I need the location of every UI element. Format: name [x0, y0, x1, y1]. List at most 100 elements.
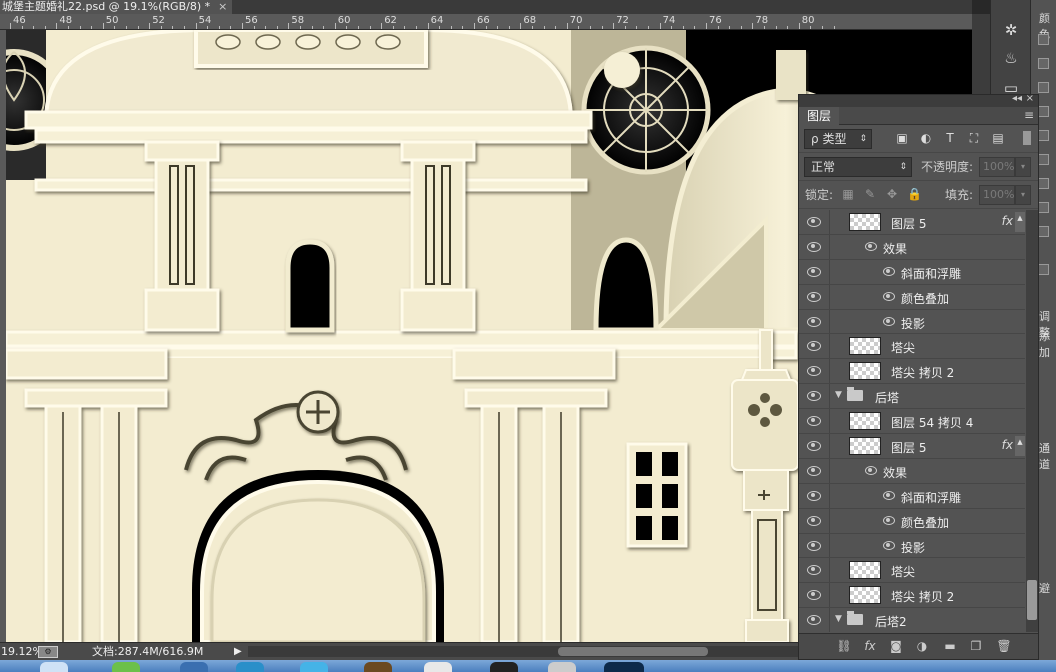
effect-row[interactable]: 投影 [799, 533, 1025, 559]
filter-type-icon[interactable]: T [943, 131, 957, 145]
effects-row[interactable]: 效果 [799, 458, 1025, 484]
visibility-eye-icon[interactable] [807, 241, 821, 252]
visibility-eye-icon[interactable] [807, 266, 821, 277]
taskbar-app-icon[interactable] [112, 662, 140, 672]
blend-mode-select[interactable]: 正常 ⇕ [804, 157, 912, 177]
fx-expand-icon[interactable]: ▲ [1015, 436, 1025, 457]
lock-transparency-icon[interactable]: ▦ [841, 187, 855, 201]
effect-visibility-icon[interactable] [883, 266, 895, 276]
taskbar-app-icon[interactable] [364, 662, 392, 672]
swatch-check[interactable] [1038, 264, 1049, 275]
zoom-level[interactable]: 19.12% [1, 643, 43, 660]
status-menu-arrow-icon[interactable]: ▶ [234, 643, 242, 660]
zoom-options-icon[interactable]: ⚙ [38, 646, 58, 658]
filter-adjustment-icon[interactable]: ◐ [919, 131, 933, 145]
layer-row[interactable]: 图层 54 拷贝 4 [799, 409, 1025, 435]
visibility-eye-icon[interactable] [807, 440, 821, 452]
fill-input[interactable]: 100% [979, 185, 1015, 205]
new-adjustment-icon[interactable]: ◑ [913, 638, 931, 654]
add-style-icon[interactable]: fx [861, 638, 879, 654]
effect-row[interactable]: 斜面和浮雕 [799, 483, 1025, 509]
effect-visibility-icon[interactable] [883, 316, 895, 326]
swatch-check[interactable] [1038, 106, 1049, 117]
group-row[interactable]: ▼ 后塔2 [799, 608, 1025, 632]
swatch-check[interactable] [1038, 226, 1049, 237]
effect-row[interactable]: 投影 [799, 309, 1025, 335]
brush-presets-icon[interactable]: ♨ [997, 46, 1025, 70]
visibility-eye-icon[interactable] [807, 316, 821, 327]
group-row[interactable]: ▼ 后塔 [799, 384, 1025, 410]
layer-row[interactable]: 塔尖 [799, 334, 1025, 360]
effects-visibility-icon[interactable] [865, 241, 877, 251]
visibility-eye-icon[interactable] [807, 216, 821, 227]
visibility-eye-icon[interactable] [807, 365, 821, 377]
add-mask-icon[interactable]: ◙ [887, 638, 905, 654]
fill-dropdown-icon[interactable]: ▾ [1015, 185, 1031, 205]
effect-row[interactable]: 颜色叠加 [799, 284, 1025, 310]
effect-visibility-icon[interactable] [883, 291, 895, 301]
panel-menu-icon[interactable]: ≡ [1024, 108, 1034, 122]
effect-visibility-icon[interactable] [883, 540, 895, 550]
add-adjustment-label[interactable]: 添加 [1039, 328, 1056, 360]
fx-expand-icon[interactable]: ▲ [1015, 212, 1025, 232]
group-expand-icon[interactable]: ▼ [835, 614, 842, 624]
lock-position-icon[interactable]: ✥ [885, 187, 899, 201]
swatch-check[interactable] [1038, 130, 1049, 141]
filter-shape-icon[interactable]: ⛶ [967, 131, 981, 145]
swatch-check[interactable] [1038, 202, 1049, 213]
filter-pixel-icon[interactable]: ▣ [895, 131, 909, 145]
effect-visibility-icon[interactable] [883, 515, 895, 525]
effect-visibility-icon[interactable] [883, 490, 895, 500]
layer-row[interactable]: fx ▲ 图层 5 [799, 434, 1025, 459]
delete-layer-icon[interactable]: 🗑 [995, 638, 1013, 654]
taskbar-app-icon[interactable] [180, 662, 208, 672]
visibility-eye-icon[interactable] [807, 540, 821, 551]
new-layer-icon[interactable]: ❐ [967, 638, 985, 654]
swatch-check[interactable] [1038, 34, 1049, 45]
visibility-eye-icon[interactable] [807, 515, 821, 526]
filter-smart-object-icon[interactable]: ▤ [991, 131, 1005, 145]
navigator-icon[interactable]: ✲ [997, 18, 1025, 42]
taskbar-photoshop-icon[interactable] [604, 662, 644, 672]
scrollbar-thumb[interactable] [558, 647, 708, 656]
layer-list-scrollbar[interactable] [1026, 210, 1038, 632]
link-layers-icon[interactable]: ⛓ [835, 638, 853, 654]
visibility-eye-icon[interactable] [807, 291, 821, 302]
taskbar-app-icon[interactable] [490, 662, 518, 672]
lock-all-icon[interactable]: 🔒 [907, 187, 922, 201]
layer-row[interactable]: 塔尖 拷贝 2 [799, 359, 1025, 385]
visibility-eye-icon[interactable] [807, 415, 821, 427]
filter-kind-select[interactable]: ρ 类型 ⇕ [804, 129, 872, 149]
group-expand-icon[interactable]: ▼ [835, 390, 842, 400]
effects-visibility-icon[interactable] [865, 465, 877, 475]
opacity-input[interactable]: 100% [979, 157, 1015, 177]
opacity-dropdown-icon[interactable]: ▾ [1015, 157, 1031, 177]
lock-image-icon[interactable]: ✎ [863, 187, 877, 201]
swatch-check[interactable] [1038, 154, 1049, 165]
taskbar-app-icon[interactable] [236, 662, 264, 672]
visibility-eye-icon[interactable] [807, 564, 821, 576]
layer-effects-fx-icon[interactable]: fx [1002, 214, 1013, 228]
swatch-check[interactable] [1038, 178, 1049, 189]
scrollbar-thumb[interactable] [1027, 580, 1037, 620]
effects-row[interactable]: 效果 [799, 234, 1025, 260]
visibility-eye-icon[interactable] [807, 465, 821, 476]
layer-row[interactable]: 塔尖 [799, 558, 1025, 584]
visibility-eye-icon[interactable] [807, 614, 821, 626]
layer-row[interactable]: 塔尖 拷贝 2 [799, 583, 1025, 609]
layer-effects-fx-icon[interactable]: fx [1002, 438, 1013, 452]
visibility-eye-icon[interactable] [807, 589, 821, 601]
swatch-check[interactable] [1038, 82, 1049, 93]
effect-row[interactable]: 颜色叠加 [799, 508, 1025, 534]
avoid-label[interactable]: 避 [1039, 580, 1050, 596]
document-tab[interactable]: 城堡主题婚礼22.psd @ 19.1%(RGB/8) * × [0, 0, 232, 14]
visibility-eye-icon[interactable] [807, 490, 821, 501]
tab-layers[interactable]: 图层 [799, 107, 840, 125]
collapse-panel-icon[interactable]: ◂◂ [1012, 93, 1022, 104]
channels-panel-label[interactable]: 通道 [1039, 440, 1056, 472]
taskbar-app-icon[interactable] [424, 662, 452, 672]
layer-row[interactable]: fx ▲ 图层 5 [799, 210, 1025, 235]
taskbar-app-icon[interactable] [300, 662, 328, 672]
swatch-check[interactable] [1038, 58, 1049, 69]
taskbar-app-icon[interactable] [548, 662, 576, 672]
